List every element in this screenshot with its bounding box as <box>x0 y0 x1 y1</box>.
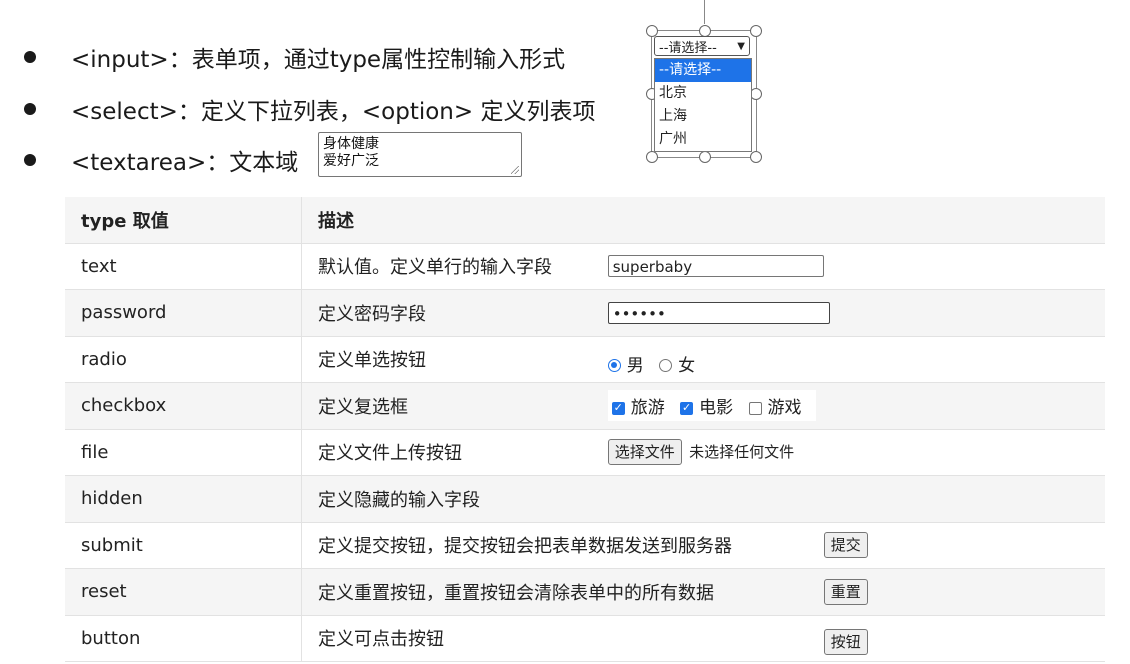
desc-text: 定义复选框 <box>318 396 408 418</box>
bullet-dot-icon <box>24 154 36 166</box>
checkbox-label: 游戏 <box>767 398 802 419</box>
bullet-text: <textarea>：文本域 <box>71 150 299 176</box>
desc-text: 定义提交按钮，提交按钮会把表单数据发送到服务器 <box>318 536 732 558</box>
type-cell: radio <box>65 336 302 383</box>
bullet-dot-icon <box>24 51 36 63</box>
type-cell: password <box>65 289 302 337</box>
desc-text: 定义文件上传按钮 <box>318 443 462 465</box>
radio-button[interactable] <box>659 359 673 373</box>
bullet-input: <input>：表单项，通过type属性控制输入形式 <box>24 40 565 74</box>
checkbox-checked-icon[interactable]: ✓ <box>611 401 625 415</box>
text-input-demo[interactable]: superbaby <box>607 255 824 278</box>
reset-button[interactable]: 重置 <box>823 578 868 605</box>
desc-cell: 默认值。定义单行的输入字段 superbaby <box>301 243 1105 290</box>
resize-handle[interactable] <box>750 25 762 37</box>
checkbox-checked-icon[interactable]: ✓ <box>680 401 694 415</box>
radio-button[interactable] <box>607 359 621 373</box>
resize-handle[interactable] <box>750 151 762 163</box>
desc-cell: 定义文件上传按钮 选择文件 未选择任何文件 <box>301 429 1105 476</box>
type-cell: file <box>65 429 302 476</box>
bullet-dot-icon <box>24 103 36 115</box>
bullet-text: <input>：表单项，通过type属性控制输入形式 <box>71 47 566 73</box>
desc-cell: 定义复选框 ✓ 旅游 ✓ 电影 游戏 <box>301 382 1105 430</box>
table-row: checkbox 定义复选框 ✓ 旅游 ✓ 电影 游戏 <box>65 382 1105 430</box>
submit-button[interactable]: 提交 <box>823 532 868 559</box>
table-header-row: type 取值 描述 <box>65 197 1105 244</box>
chevron-down-icon: ▼ <box>737 40 745 52</box>
table-row: button 定义可点击按钮 按钮 <box>65 615 1105 662</box>
select-options-list: --请选择-- 北京 上海 广州 <box>654 58 752 152</box>
bullet-text: <select>：定义下拉列表，<option> 定义列表项 <box>71 99 596 125</box>
textarea-line: 爱好广泛 <box>323 153 379 169</box>
desc-cell: 定义可点击按钮 按钮 <box>301 615 1105 662</box>
type-cell: reset <box>65 568 302 616</box>
desc-text: 定义重置按钮，重置按钮会清除表单中的所有数据 <box>318 582 714 604</box>
type-cell: hidden <box>65 475 302 523</box>
table-row: hidden 定义隐藏的输入字段 <box>65 475 1105 523</box>
desc-cell: 定义单选按钮 男 女 <box>301 336 1105 383</box>
desc-cell: 定义隐藏的输入字段 <box>301 475 1105 523</box>
radio-label: 女 <box>678 355 696 376</box>
type-cell: submit <box>65 522 302 569</box>
bullet-select: <select>：定义下拉列表，<option> 定义列表项 <box>24 92 595 126</box>
table-row: reset 定义重置按钮，重置按钮会清除表单中的所有数据 重置 <box>65 568 1105 616</box>
table-row: radio 定义单选按钮 男 女 <box>65 336 1105 383</box>
file-status: 未选择任何文件 <box>689 443 795 462</box>
desc-cell: 定义重置按钮，重置按钮会清除表单中的所有数据 重置 <box>301 568 1105 616</box>
bullet-textarea: <textarea>：文本域 <box>24 143 298 177</box>
textarea-demo[interactable]: 身体健康 爱好广泛 <box>318 132 522 177</box>
type-cell: text <box>65 243 302 290</box>
select-value: --请选择-- <box>659 40 717 56</box>
resize-handle[interactable] <box>646 151 658 163</box>
type-cell: checkbox <box>65 382 302 430</box>
desc-cell: 定义提交按钮，提交按钮会把表单数据发送到服务器 提交 <box>301 522 1105 569</box>
desc-text: 定义隐藏的输入字段 <box>318 489 480 511</box>
table-row: text 默认值。定义单行的输入字段 superbaby <box>65 243 1105 290</box>
desc-text: 定义可点击按钮 <box>318 629 444 651</box>
type-table: type 取值 描述 text 默认值。定义单行的输入字段 superbaby … <box>65 197 1105 662</box>
desc-cell: 定义密码字段 •••••• <box>301 289 1105 337</box>
choose-file-button[interactable]: 选择文件 <box>607 439 682 466</box>
header-type: type 取值 <box>65 197 302 244</box>
header-desc: 描述 <box>301 197 1105 244</box>
password-input-demo[interactable]: •••••• <box>607 301 830 324</box>
resize-handle[interactable] <box>699 151 711 163</box>
select-option[interactable]: 上海 <box>655 105 751 128</box>
resize-grip-icon[interactable] <box>511 166 519 174</box>
radio-label: 男 <box>626 355 644 376</box>
select-option[interactable]: 广州 <box>655 128 751 151</box>
select-option[interactable]: 北京 <box>655 82 751 105</box>
table-row: submit 定义提交按钮，提交按钮会把表单数据发送到服务器 提交 <box>65 522 1105 569</box>
desc-text: 定义单选按钮 <box>318 350 426 372</box>
textarea-line: 身体健康 <box>323 136 379 152</box>
desc-text: 默认值。定义单行的输入字段 <box>318 257 552 279</box>
generic-button[interactable]: 按钮 <box>823 629 868 656</box>
type-cell: button <box>65 615 302 662</box>
select-option[interactable]: --请选择-- <box>655 59 751 82</box>
checkbox-label: 旅游 <box>630 398 665 419</box>
table-row: file 定义文件上传按钮 选择文件 未选择任何文件 <box>65 429 1105 476</box>
table-row: password 定义密码字段 •••••• <box>65 289 1105 337</box>
rotate-handle-stem <box>704 0 705 24</box>
select-dropdown[interactable]: --请选择-- ▼ <box>654 36 750 56</box>
checkbox-icon[interactable] <box>748 401 762 415</box>
desc-text: 定义密码字段 <box>318 303 426 325</box>
checkbox-label: 电影 <box>699 398 734 419</box>
